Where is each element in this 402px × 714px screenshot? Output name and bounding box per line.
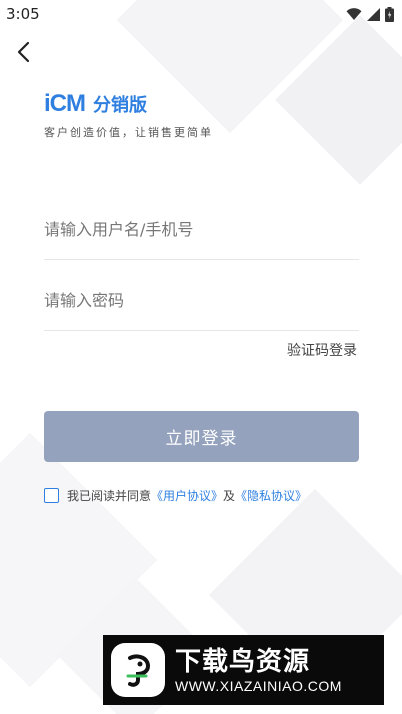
slogan: 客户创造价值，让销售更简单 (44, 126, 213, 139)
back-button[interactable] (10, 38, 38, 66)
status-icons (346, 6, 394, 22)
watermark-title: 下载鸟资源 (175, 647, 311, 677)
status-time: 3:05 (6, 5, 40, 23)
username-field (44, 190, 359, 260)
battery-icon (385, 6, 394, 22)
bird-logo-icon (111, 643, 165, 697)
logo-mark: iCM (44, 90, 86, 117)
product-name: 分销版 (93, 95, 147, 116)
brand-logo: iCM 分销版 (44, 90, 147, 118)
password-field (44, 261, 359, 331)
watermark-banner: 下载鸟资源 WWW.XIAZAINIAO.COM (103, 635, 384, 705)
agreement-conjunction: 及 (223, 489, 236, 503)
password-input[interactable] (44, 261, 359, 330)
code-login-link[interactable]: 验证码登录 (287, 340, 357, 360)
username-input[interactable] (44, 190, 359, 259)
wifi-icon (346, 7, 362, 20)
cellular-icon (367, 7, 380, 21)
privacy-policy-link[interactable]: 《隐私协议》 (235, 487, 307, 504)
status-bar: 3:05 (0, 0, 402, 28)
login-button[interactable]: 立即登录 (44, 411, 359, 462)
agreement-row: 我已阅读并同意 《用户协议》 及 《隐私协议》 (44, 487, 307, 504)
watermark-url: WWW.XIAZAINIAO.COM (175, 678, 342, 694)
agreement-checkbox[interactable] (44, 488, 59, 503)
back-arrow-icon (17, 41, 30, 63)
user-agreement-link[interactable]: 《用户协议》 (151, 487, 223, 504)
agreement-prefix: 我已阅读并同意 (67, 489, 152, 503)
